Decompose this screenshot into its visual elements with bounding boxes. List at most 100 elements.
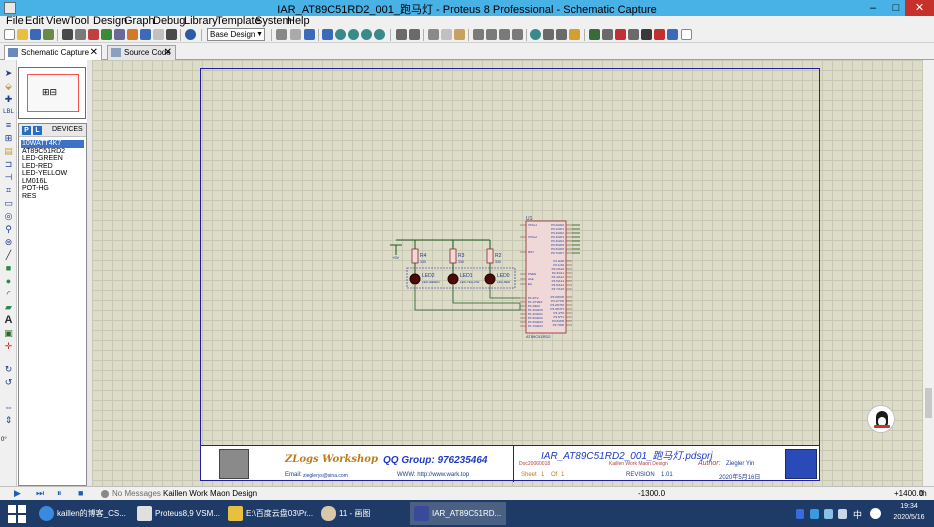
taskbar-item-proteus[interactable]: IAR_AT89C51RD... <box>410 502 506 525</box>
close-button[interactable]: ✕ <box>905 0 934 16</box>
led-led2[interactable]: LED2 LED-GREEN <box>409 273 440 285</box>
path-icon[interactable]: ▰ <box>3 302 14 312</box>
origin-icon[interactable] <box>304 29 315 40</box>
refresh-icon[interactable] <box>276 29 287 40</box>
block-rotate-icon[interactable] <box>499 29 510 40</box>
tray-volume-icon[interactable] <box>838 509 847 519</box>
resistor-r3[interactable]: R3 330 <box>449 240 465 274</box>
schematic-drawing[interactable]: +5V R4 330 R3 330 R2 330 LED2 LED-GREEN … <box>92 60 923 486</box>
graph-icon[interactable]: ⌗ <box>3 185 14 195</box>
taskbar-item-paint[interactable]: 11 - 画图 <box>317 502 405 525</box>
mcu-u1[interactable]: U1 AT89C51RD2 XTAL1XTAL2RSTPSENALEEAP1.0… <box>520 216 580 339</box>
menu-debug[interactable]: Debug <box>153 15 185 27</box>
vertical-scrollbar[interactable] <box>923 60 934 486</box>
device-item[interactable]: RES <box>21 193 84 201</box>
close-project-icon[interactable] <box>43 29 54 40</box>
tray-shield-icon[interactable] <box>824 509 833 519</box>
cut-icon[interactable] <box>428 29 439 40</box>
document-icon[interactable] <box>681 29 692 40</box>
schematic-canvas[interactable]: +5V R4 330 R3 330 R2 330 LED2 LED-GREEN … <box>92 60 923 486</box>
paste-icon[interactable] <box>454 29 465 40</box>
component-icon[interactable]: ⬙ <box>3 81 14 91</box>
design-select[interactable]: Base Design ▼ <box>207 28 265 41</box>
mirror-y-icon[interactable]: ⇕ <box>3 415 14 425</box>
mirror-x-icon[interactable]: ⇔ <box>3 402 14 412</box>
probe-icon[interactable]: ⚲ <box>3 224 14 234</box>
clock-time[interactable]: 19:34 <box>896 503 922 510</box>
close-icon[interactable]: ✕ <box>90 46 98 59</box>
circle-icon[interactable]: ● <box>3 276 14 286</box>
input-language[interactable]: 中 <box>853 508 862 521</box>
wire-autorouter-icon[interactable] <box>589 29 600 40</box>
tab-source-code[interactable]: Source Code ✕ <box>107 45 176 60</box>
design-rule-icon[interactable] <box>615 29 626 40</box>
windows-start-icon[interactable] <box>8 505 26 523</box>
tray-security-icon[interactable] <box>810 509 819 519</box>
wire-label-icon[interactable]: LBL <box>3 107 14 117</box>
netlist-to-pcb-icon[interactable] <box>667 29 678 40</box>
property-assign-icon[interactable] <box>602 29 613 40</box>
junction-icon[interactable]: ✚ <box>3 94 14 104</box>
block-delete-icon[interactable] <box>512 29 523 40</box>
rotate-clockwise-icon[interactable]: ↻ <box>3 364 14 374</box>
menu-design[interactable]: Design <box>93 15 127 27</box>
text-script-icon[interactable]: ≡ <box>3 120 14 130</box>
netlist-icon[interactable] <box>641 29 652 40</box>
taskbar-item-proteus-docs[interactable]: Proteus8,9 VSM... <box>133 502 221 525</box>
subcircuit-icon[interactable]: ▤ <box>3 146 14 156</box>
zoom-in-icon[interactable] <box>335 29 346 40</box>
taskbar-item-explorer[interactable]: E:\百度云盘03\Pr... <box>224 502 314 525</box>
zoom-out-icon[interactable] <box>348 29 359 40</box>
wire-led0[interactable] <box>489 285 520 299</box>
menu-view[interactable]: View <box>46 15 70 27</box>
tape-icon[interactable]: ▭ <box>3 198 14 208</box>
grid-icon[interactable] <box>290 29 301 40</box>
save-icon[interactable] <box>30 29 41 40</box>
resistor-r4[interactable]: R4 330 <box>411 240 427 274</box>
play-icon[interactable]: ▶ <box>14 489 23 498</box>
help-icon[interactable] <box>185 29 196 40</box>
menu-edit[interactable]: Edit <box>25 15 44 27</box>
box-icon[interactable]: ■ <box>3 263 14 273</box>
overview-window[interactable]: ⊞⊟ <box>18 67 86 119</box>
chip-icon[interactable] <box>75 29 86 40</box>
electrical-check-icon[interactable] <box>654 29 665 40</box>
tab-schematic-capture[interactable]: Schematic Capture ✕ <box>4 45 102 60</box>
gerber-icon[interactable] <box>114 29 125 40</box>
menu-library[interactable]: Library <box>184 15 218 27</box>
redo-icon[interactable] <box>409 29 420 40</box>
text-icon[interactable]: A <box>3 315 14 326</box>
terminal-icon[interactable]: ⊐ <box>3 159 14 169</box>
packaging-icon[interactable] <box>556 29 567 40</box>
decompose-icon[interactable] <box>569 29 580 40</box>
menu-graph[interactable]: Graph <box>124 15 155 27</box>
scrollbar-thumb[interactable] <box>925 388 932 418</box>
pause-icon[interactable]: ⏸ <box>57 489 66 498</box>
pick-devices-button[interactable]: P <box>22 126 31 135</box>
menu-tool[interactable]: Tool <box>69 15 89 27</box>
copy-icon[interactable] <box>441 29 452 40</box>
pin-icon[interactable]: ⊣ <box>3 172 14 182</box>
zoom-area-icon[interactable] <box>374 29 385 40</box>
message-icon[interactable] <box>101 490 109 498</box>
stop-icon[interactable]: ■ <box>78 489 87 498</box>
3d-icon[interactable] <box>140 29 151 40</box>
wire-led2[interactable] <box>414 285 521 311</box>
bill-icon[interactable] <box>628 29 639 40</box>
power-supply[interactable]: +5V <box>390 244 402 260</box>
led-led1[interactable]: LED1 LED-YELLOW <box>447 273 480 285</box>
close-icon[interactable]: ✕ <box>164 46 172 59</box>
resistor-r2[interactable]: R2 330 <box>486 240 502 274</box>
code-icon[interactable] <box>166 29 177 40</box>
tray-notify-icon[interactable] <box>870 508 881 519</box>
clock-date[interactable]: 2020/5/16 <box>890 514 928 521</box>
messages-status[interactable]: No Messages <box>112 489 161 498</box>
make-device-icon[interactable] <box>543 29 554 40</box>
menu-help[interactable]: Help <box>287 15 310 27</box>
instrument-icon[interactable]: ⊜ <box>3 237 14 247</box>
taskbar-item-browser[interactable]: kaillen的博客_CS... <box>35 502 131 525</box>
new-file-icon[interactable] <box>4 29 15 40</box>
select-pointer-icon[interactable]: ➤ <box>3 68 14 78</box>
search-icon[interactable] <box>530 29 541 40</box>
step-icon[interactable]: ⏭ <box>36 489 45 498</box>
